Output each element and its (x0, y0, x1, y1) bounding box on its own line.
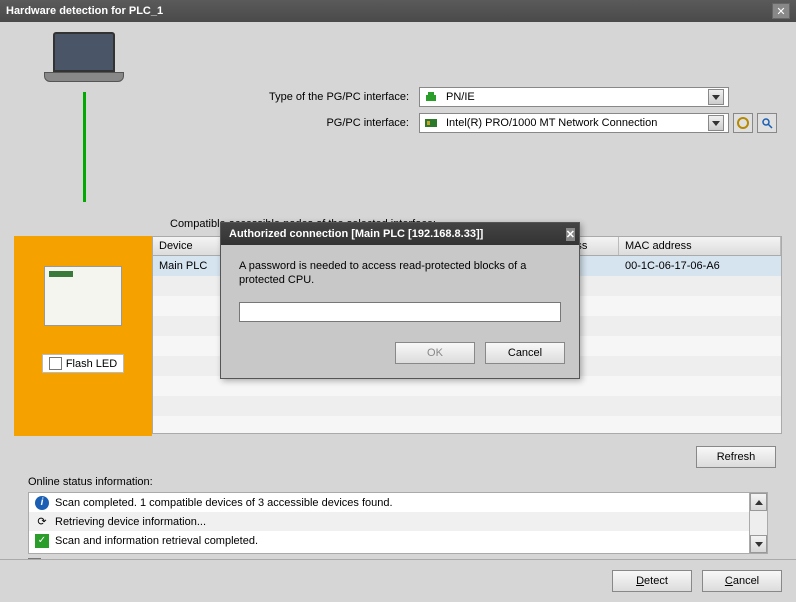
checkmark-icon: ✓ (35, 534, 49, 548)
checkbox-icon (49, 357, 62, 370)
pgpc-type-select[interactable]: PN/IE (419, 87, 729, 107)
status-text: Scan and information retrieval completed… (55, 535, 258, 547)
status-label: Online status information: (28, 476, 768, 488)
chevron-down-icon (708, 89, 724, 105)
pgpc-iface-label: PG/PC interface: (174, 117, 419, 129)
pgpc-type-label: Type of the PG/PC interface: (174, 91, 419, 103)
dialog-footer: Detect Cancel (0, 559, 796, 602)
window-title: Hardware detection for PLC_1 (6, 5, 163, 17)
iface-search-button[interactable] (757, 113, 777, 133)
status-item: ✓ Scan and information retrieval complet… (29, 531, 767, 550)
status-text: Scan completed. 1 compatible devices of … (55, 497, 393, 509)
ok-button[interactable]: OK (395, 342, 475, 364)
cell-mac: 00-1C-06-17-06-A6 (619, 256, 781, 276)
pgpc-iface-value: Intel(R) PRO/1000 MT Network Connection (446, 117, 657, 129)
connection-line-icon (83, 92, 86, 202)
pg-pc-graphic (14, 32, 154, 202)
cancel-button[interactable]: Cancel (702, 570, 782, 592)
plc-device-icon (44, 266, 122, 326)
scroll-up-icon[interactable] (750, 493, 767, 511)
auth-dialog-titlebar: Authorized connection [Main PLC [192.168… (221, 223, 579, 245)
status-text: Retrieving device information... (55, 516, 206, 528)
info-icon: i (35, 496, 49, 510)
flash-led-label: Flash LED (66, 358, 117, 370)
close-icon[interactable]: ✕ (772, 3, 790, 19)
status-item: i Scan completed. 1 compatible devices o… (29, 493, 767, 512)
auth-dialog: Authorized connection [Main PLC [192.168… (220, 222, 580, 379)
chevron-down-icon (708, 115, 724, 131)
auth-dialog-title: Authorized connection [Main PLC [192.168… (229, 228, 483, 240)
col-mac[interactable]: MAC address (619, 237, 781, 255)
status-list: i Scan completed. 1 compatible devices o… (28, 492, 768, 554)
cancel-button[interactable]: Cancel (485, 342, 565, 364)
detect-button[interactable]: Detect (612, 570, 692, 592)
scrollbar[interactable] (749, 493, 767, 553)
pnie-icon (424, 90, 438, 104)
nic-icon (424, 116, 438, 130)
iface-config-button[interactable] (733, 113, 753, 133)
refresh-button[interactable]: Refresh (696, 446, 776, 468)
pgpc-iface-select[interactable]: Intel(R) PRO/1000 MT Network Connection (419, 113, 729, 133)
password-input[interactable] (239, 302, 561, 322)
status-item: ⟳ Retrieving device information... (29, 512, 767, 531)
close-icon[interactable]: ✕ (566, 228, 575, 241)
pgpc-type-value: PN/IE (446, 91, 475, 103)
selected-device-panel: Flash LED (14, 236, 152, 436)
loading-icon: ⟳ (35, 515, 49, 529)
scroll-down-icon[interactable] (750, 535, 767, 553)
auth-dialog-message: A password is needed to access read-prot… (239, 259, 561, 288)
window-titlebar: Hardware detection for PLC_1 ✕ (0, 0, 796, 22)
laptop-icon (44, 32, 124, 92)
flash-led-checkbox[interactable]: Flash LED (42, 354, 124, 373)
